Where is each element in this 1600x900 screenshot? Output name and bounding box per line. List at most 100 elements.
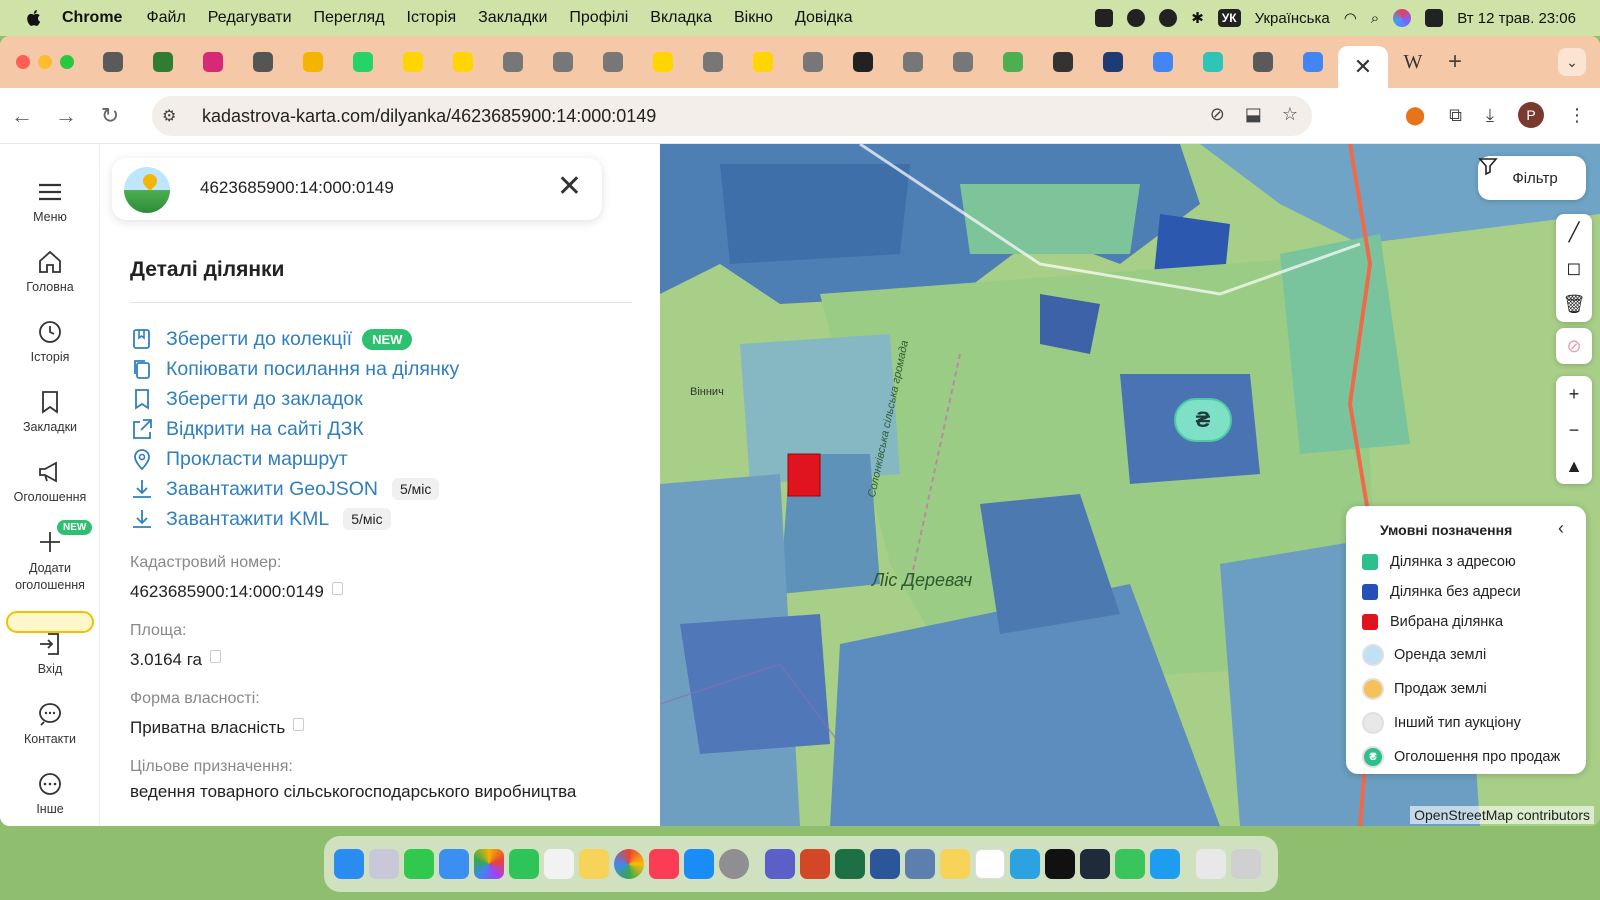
- new-tab-button[interactable]: +: [1448, 48, 1462, 76]
- tab-6[interactable]: [338, 42, 388, 82]
- address-url[interactable]: kadastrova-karta.com/dilyanka/4623685900…: [202, 106, 656, 127]
- tab-wikipedia[interactable]: W: [1388, 42, 1438, 82]
- zoom-in-button[interactable]: +: [1556, 376, 1592, 412]
- tab-search-button[interactable]: ⌄: [1558, 48, 1586, 76]
- bookmark-star-icon[interactable]: ☆: [1282, 104, 1298, 125]
- reminders-icon[interactable]: [544, 849, 574, 879]
- browser-menu-icon[interactable]: ⋮: [1568, 105, 1586, 126]
- downloads-stack-icon[interactable]: [1196, 849, 1226, 879]
- numbers-icon[interactable]: [1115, 849, 1145, 879]
- nav-home[interactable]: Головна: [0, 248, 100, 294]
- delete-drawing-button[interactable]: 🗑: [1556, 286, 1592, 322]
- tab-14[interactable]: [738, 42, 788, 82]
- save-to-bookmarks-link[interactable]: Зберегти до закладок: [130, 384, 459, 414]
- copy-icon[interactable]: [210, 650, 222, 663]
- reload-button[interactable]: ↻: [88, 103, 132, 129]
- nav-login[interactable]: Вхід: [0, 630, 100, 676]
- play-status-icon[interactable]: [1127, 9, 1146, 27]
- spotlight-search-icon[interactable]: ⌕: [1371, 10, 1379, 27]
- mail-icon[interactable]: [439, 849, 469, 879]
- tab-5[interactable]: [288, 42, 338, 82]
- menu-help[interactable]: Довідка: [795, 9, 853, 27]
- tab-4[interactable]: [238, 42, 288, 82]
- launchpad-icon[interactable]: [369, 849, 399, 879]
- draw-line-button[interactable]: ╱: [1556, 214, 1592, 250]
- selected-parcel[interactable]: [787, 453, 821, 497]
- tab-15[interactable]: [788, 42, 838, 82]
- extension-icon[interactable]: ⬤: [1405, 105, 1425, 126]
- extension-status-icon[interactable]: [1095, 9, 1114, 27]
- preview-icon[interactable]: [905, 849, 935, 879]
- location-blocked-icon[interactable]: ⊘: [1210, 104, 1225, 125]
- nav-listings[interactable]: Оголошення: [0, 458, 100, 504]
- minimize-window-button[interactable]: [38, 55, 52, 69]
- tab-13[interactable]: [688, 42, 738, 82]
- menu-history[interactable]: Історія: [407, 9, 457, 27]
- app-name[interactable]: Chrome: [62, 9, 122, 27]
- layer-off-button[interactable]: ⊘: [1556, 328, 1592, 364]
- close-window-button[interactable]: [16, 55, 30, 69]
- zoom-window-button[interactable]: [60, 55, 74, 69]
- app-store-icon[interactable]: [684, 849, 714, 879]
- tab-22[interactable]: [1138, 42, 1188, 82]
- download-geojson-link[interactable]: Завантажити GeoJSON 5/міс: [130, 474, 459, 504]
- menubar-datetime[interactable]: Вт 12 трав. 23:06: [1457, 10, 1576, 27]
- copy-link-link[interactable]: Копіювати посилання на ділянку: [130, 354, 459, 384]
- reset-north-button[interactable]: ▲: [1556, 448, 1592, 484]
- stickies-icon[interactable]: [940, 849, 970, 879]
- site-info-icon[interactable]: ⚙: [162, 106, 192, 126]
- messages-icon[interactable]: [404, 849, 434, 879]
- menu-profiles[interactable]: Профілі: [569, 9, 628, 27]
- powerpoint-icon[interactable]: [800, 849, 830, 879]
- install-app-icon[interactable]: ⬓: [1245, 104, 1262, 125]
- profile-avatar[interactable]: P: [1518, 102, 1544, 128]
- open-dzk-link[interactable]: Відкрити на сайті ДЗК: [130, 414, 459, 444]
- route-link[interactable]: Прокласти маршрут: [130, 444, 459, 474]
- close-search-button[interactable]: ✕: [557, 172, 582, 202]
- tab-10[interactable]: [538, 42, 588, 82]
- draw-polygon-button[interactable]: ◻: [1556, 250, 1592, 286]
- close-tab-icon[interactable]: ✕: [1354, 54, 1372, 80]
- tab-7[interactable]: [388, 42, 438, 82]
- zoom-out-button[interactable]: −: [1556, 412, 1592, 448]
- tab-24[interactable]: [1238, 42, 1288, 82]
- sale-listing-marker[interactable]: ₴: [1174, 398, 1232, 442]
- bluetooth-icon[interactable]: ✱: [1191, 9, 1204, 27]
- tab-2[interactable]: [138, 42, 188, 82]
- excel-icon[interactable]: [835, 849, 865, 879]
- tab-20[interactable]: [1038, 42, 1088, 82]
- photos-icon[interactable]: [474, 849, 504, 879]
- nav-more[interactable]: Інше: [0, 770, 100, 816]
- chrome-icon[interactable]: [614, 849, 644, 879]
- tab-11[interactable]: [588, 42, 638, 82]
- nav-contacts[interactable]: Контакти: [0, 700, 100, 746]
- music-icon[interactable]: [649, 849, 679, 879]
- apple-icon[interactable]: [24, 8, 44, 28]
- forward-button[interactable]: →: [44, 103, 88, 129]
- tab-3[interactable]: [188, 42, 238, 82]
- save-to-collection-link[interactable]: Зберегти до колекції NEW: [130, 324, 459, 354]
- nav-bookmarks[interactable]: Закладки: [0, 388, 100, 434]
- finder-icon[interactable]: [334, 849, 364, 879]
- cadastral-map[interactable]: Ліс Деревач Солонківська сільська громад…: [660, 144, 1600, 826]
- copy-icon[interactable]: [331, 582, 343, 595]
- activity-icon[interactable]: [1045, 849, 1075, 879]
- nav-history[interactable]: Історія: [0, 318, 100, 364]
- telegram-icon[interactable]: [1010, 849, 1040, 879]
- system-settings-icon[interactable]: [719, 849, 749, 879]
- tab-25[interactable]: [1288, 42, 1338, 82]
- search-query[interactable]: 4623685900:14:000:0149: [200, 178, 394, 198]
- facetime-icon[interactable]: [509, 849, 539, 879]
- trash-icon[interactable]: [1231, 849, 1261, 879]
- menu-view[interactable]: Перегляд: [314, 9, 385, 27]
- tab-23[interactable]: [1188, 42, 1238, 82]
- copy-icon[interactable]: [293, 718, 305, 731]
- control-center-icon[interactable]: [1425, 9, 1444, 27]
- word-icon[interactable]: [870, 849, 900, 879]
- back-button[interactable]: ←: [0, 103, 44, 129]
- wifi-icon[interactable]: ◠: [1344, 9, 1357, 27]
- tab-12[interactable]: [638, 42, 688, 82]
- extensions-puzzle-icon[interactable]: ⧉: [1449, 105, 1462, 126]
- quicktime-icon[interactable]: [1150, 849, 1180, 879]
- menu-bookmarks[interactable]: Закладки: [478, 9, 547, 27]
